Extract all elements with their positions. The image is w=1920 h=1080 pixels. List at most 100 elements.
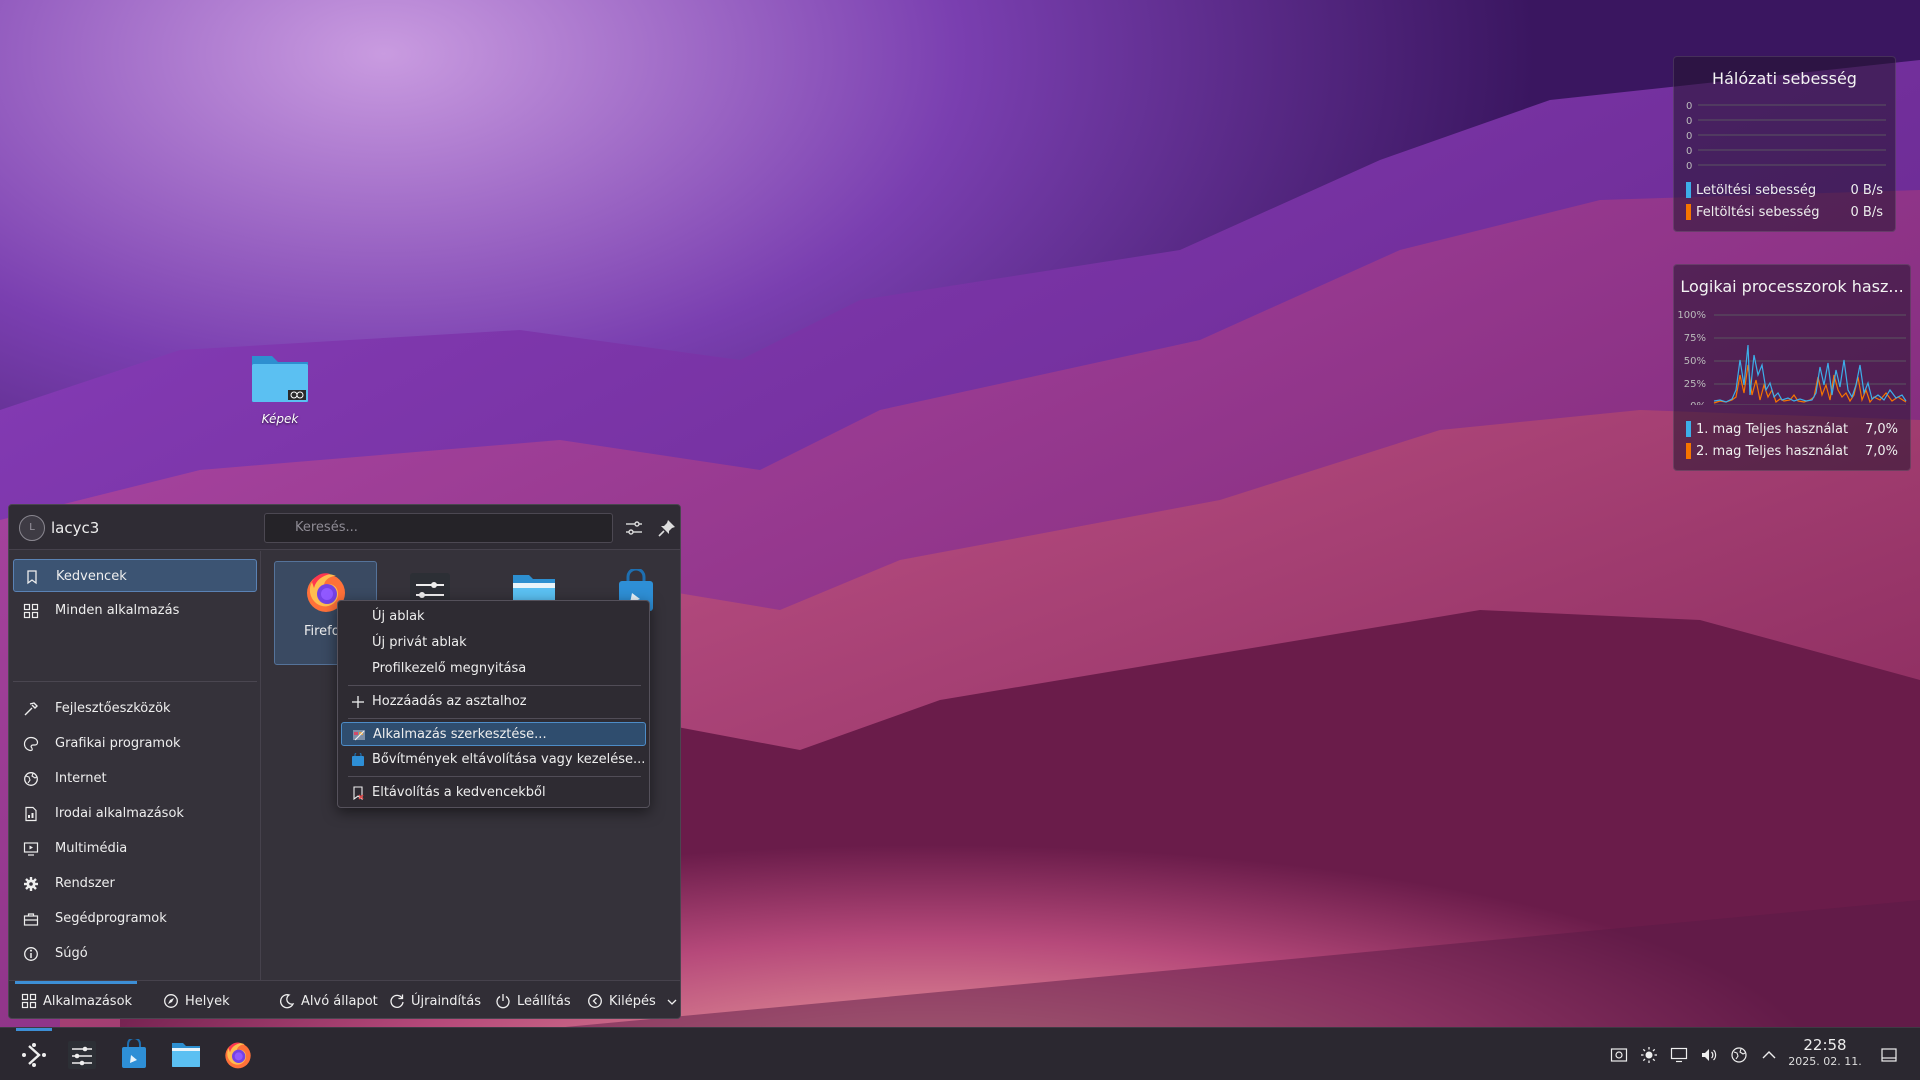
monitor-play-icon [23,842,39,856]
show-desktop-icon[interactable] [1880,1046,1898,1064]
document-icon [25,806,37,822]
firefox-icon [225,1042,251,1069]
desktop-icon-kepek[interactable]: Képek [242,350,318,426]
username: lacyc3 [51,519,100,537]
legend-name: 1. mag Teljes használat [1696,421,1849,437]
sidebar-item-label: Minden alkalmazás [55,603,180,618]
cpu-usage-widget[interactable]: Logikai processzorok hasz... 100% 75% 50… [1673,264,1911,471]
legend-swatch [1686,182,1691,198]
chevron-down-icon[interactable] [667,998,677,1006]
axis-tick: 0 [1686,116,1692,127]
volume-icon[interactable] [1700,1046,1718,1064]
avatar[interactable]: L [19,515,45,541]
network-icon[interactable] [1730,1046,1748,1064]
launcher-sidebar: Kedvencek Minden alkalmazás Fejlesztőesz… [9,551,261,980]
menu-item-uj-privat-ablak[interactable]: Új privát ablak [341,631,646,655]
action-label: Alvó állapot [301,994,378,1009]
menu-item-alkalmazas-szerkesztese[interactable]: Alkalmazás szerkesztése... [341,722,646,746]
plus-icon [352,696,364,708]
legend-download: Letöltési sebesség 0 B/s [1674,179,1895,201]
menu-item-eltavolitas-kedvencekbol[interactable]: Eltávolítás a kedvencekből [341,781,646,805]
menu-item-profilkezelo[interactable]: Profilkezelő megnyitása [341,657,646,681]
context-menu: Új ablak Új privát ablak Profilkezelő me… [337,600,650,808]
grid-icon [21,993,37,1009]
sidebar-item-label: Irodai alkalmazások [55,806,184,821]
menu-item-bovitmenyek[interactable]: Bővítmények eltávolítása vagy kezelése..… [341,748,646,772]
sidebar-item-grafikai-programok[interactable]: Grafikai programok [13,727,257,760]
legend-name: Feltöltési sebesség [1696,204,1820,220]
menu-item-label: Bővítmények eltávolítása vagy kezelése..… [372,752,646,767]
sidebar-item-kedvencek[interactable]: Kedvencek [13,559,257,592]
sidebar-item-irodai-alkalmazasok[interactable]: Irodai alkalmazások [13,797,257,830]
sidebar-item-fejlesztoeszkozok[interactable]: Fejlesztőeszközök [13,692,257,725]
sleep-icon [280,994,295,1009]
sidebar-item-label: Multimédia [55,841,128,856]
clock-time[interactable]: 22:58 [1785,1036,1865,1054]
taskbar-firefox[interactable] [214,1028,262,1080]
taskbar-system-settings[interactable] [58,1028,106,1080]
display-icon[interactable] [1670,1046,1688,1064]
screenshot-icon[interactable] [1610,1046,1628,1064]
widget-title: Logikai processzorok hasz... [1680,277,1904,296]
sidebar-item-segedprogramok[interactable]: Segédprogramok [13,902,257,935]
clock-date[interactable]: 2025. 02. 11. [1785,1055,1865,1068]
menu-item-label: Alkalmazás szerkesztése... [373,727,547,742]
brightness-icon[interactable] [1640,1046,1658,1064]
discover-store-icon [122,1039,146,1068]
menu-separator [348,685,641,686]
sidebar-item-rendszer[interactable]: Rendszer [13,867,257,900]
active-tab-indicator [15,981,137,984]
legend-name: Letöltési sebesség [1696,182,1817,198]
menu-item-hozzaadas-asztalhoz[interactable]: Hozzáadás az asztalhoz [341,690,646,714]
sidebar-item-label: Internet [55,771,107,786]
divider [13,681,257,682]
info-icon [24,947,38,961]
search-input[interactable]: Keresés... [264,513,613,543]
menu-item-label: Hozzáadás az asztalhoz [372,694,527,709]
store-icon [352,753,364,766]
sidebar-item-label: Fejlesztőeszközök [55,701,171,716]
sidebar-item-internet[interactable]: Internet [13,762,257,795]
axis-tick: 0% [1690,401,1706,405]
sidebar-item-multimedia[interactable]: Multimédia [13,832,257,865]
configure-icon[interactable] [623,517,645,539]
launcher-footer: Alkalmazások Helyek Alvó állapot Újraind… [9,980,680,1018]
toolbox-icon [23,913,39,926]
menu-item-uj-ablak[interactable]: Új ablak [341,605,646,629]
palette-icon [23,736,39,752]
action-label: Újraindítás [411,994,481,1009]
sidebar-item-sugo[interactable]: Súgó [13,937,257,970]
sidebar-item-minden-alkalmazas[interactable]: Minden alkalmazás [13,594,257,627]
taskbar-app-launcher[interactable] [10,1028,58,1080]
power-icon [496,994,510,1009]
menu-separator [348,718,641,719]
network-speed-widget[interactable]: Hálózati sebesség 0 0 0 0 0 Letöltési se… [1673,56,1896,232]
sidebar-item-label: Grafikai programok [55,736,181,751]
pin-icon[interactable] [656,517,678,539]
desktop-icon-label: Képek [261,412,299,426]
bookmark-remove-icon [353,786,364,800]
bookmark-icon [27,570,37,585]
legend-swatch [1686,421,1691,437]
globe-icon [24,772,38,786]
taskbar-file-manager[interactable] [162,1028,210,1080]
axis-tick: 75% [1684,333,1706,344]
edit-app-icon [353,730,365,741]
sidebar-item-label: Súgó [55,946,88,961]
axis-tick: 0 [1686,131,1692,142]
file-manager-icon [172,1043,200,1067]
network-chart: 0 0 0 0 0 [1686,101,1886,172]
axis-tick: 100% [1677,310,1706,321]
legend-value: 0 B/s [1850,182,1883,198]
launcher-header: L lacyc3 Keresés... [9,505,680,550]
legend-upload: Feltöltési sebesség 0 B/s [1674,201,1895,223]
axis-tick: 0 [1686,161,1692,172]
action-label: Kilépés [609,994,656,1009]
action-label: Leállítás [517,994,571,1009]
taskbar: 22:58 2025. 02. 11. [0,1027,1920,1080]
active-indicator [16,1028,52,1031]
taskbar-discover[interactable] [110,1028,158,1080]
expand-tray-icon[interactable] [1760,1046,1778,1064]
compass-icon [164,994,178,1008]
menu-item-label: Eltávolítás a kedvencekből [372,785,546,800]
